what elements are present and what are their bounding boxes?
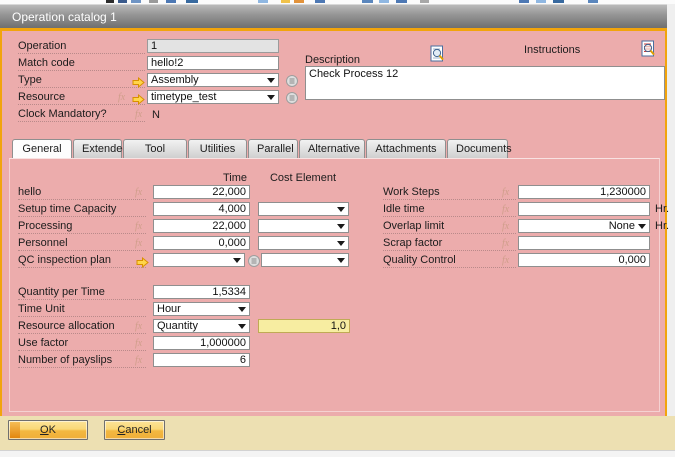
fx-icon: fx — [502, 221, 509, 232]
type-dropdown[interactable]: Assembly — [147, 73, 279, 87]
tab-bar: General Extended Tool Utilities Parallel… — [12, 139, 509, 158]
quantity-per-time-label: Quantity per Time — [18, 286, 146, 300]
idle-time-unit: Hr. — [655, 203, 669, 215]
qc-inspection-plan-dropdown[interactable] — [153, 253, 245, 267]
dialog-title: Operation catalog 1 — [12, 10, 117, 24]
time-unit-label: Time Unit — [18, 303, 146, 317]
document-search-icon[interactable] — [641, 40, 656, 62]
background-strip — [0, 450, 675, 457]
number-of-payslips-field[interactable]: 6 — [153, 353, 250, 367]
qc-inspection-plan-label: QC inspection plan — [18, 254, 146, 268]
clock-mandatory-label: Clock Mandatory? — [18, 108, 145, 122]
fx-icon: fx — [502, 204, 509, 215]
resource-allocation-value-field[interactable]: 1,0 — [258, 319, 350, 333]
personnel-label: Personnel — [18, 237, 146, 251]
chevron-down-icon — [233, 258, 241, 263]
work-steps-label: Work Steps — [383, 186, 516, 200]
fx-icon: fx — [135, 187, 142, 198]
tab-utilities[interactable]: Utilities — [188, 139, 247, 158]
time-unit-dropdown[interactable]: Hour — [153, 302, 250, 316]
match-code-field[interactable]: hello!2 — [147, 56, 279, 70]
tab-alternative[interactable]: Alternative — [299, 139, 365, 158]
description-field[interactable]: Check Process 12 — [305, 66, 665, 100]
tab-extended[interactable]: Extended — [73, 139, 122, 158]
resource-label: Resource — [18, 91, 145, 105]
use-factor-field[interactable]: 1,000000 — [153, 336, 250, 350]
work-steps-field[interactable]: 1,230000 — [518, 185, 650, 199]
instructions-label: Instructions — [524, 44, 594, 58]
document-search-icon[interactable] — [430, 45, 445, 67]
hello-field[interactable]: 22,000 — [153, 185, 250, 199]
choose-from-list-icon[interactable] — [248, 254, 260, 272]
fx-icon: fx — [502, 255, 509, 266]
chevron-down-icon — [638, 224, 646, 229]
operation-field: 1 — [147, 39, 279, 53]
fx-icon: fx — [135, 338, 142, 349]
scrap-factor-label: Scrap factor — [383, 237, 516, 251]
tab-attachments[interactable]: Attachments — [366, 139, 446, 158]
quality-control-label: Quality Control — [383, 254, 516, 268]
chevron-down-icon — [337, 207, 345, 212]
resource-dropdown[interactable]: timetype_test — [147, 90, 279, 104]
processing-field[interactable]: 22,000 — [153, 219, 250, 233]
chevron-down-icon — [267, 78, 275, 83]
fx-icon: fx — [502, 238, 509, 249]
screen: Operation catalog 1 Operation 1 Match co… — [0, 0, 675, 457]
personnel-field[interactable]: 0,000 — [153, 236, 250, 250]
idle-time-label: Idle time — [383, 203, 516, 217]
idle-time-field[interactable] — [518, 202, 650, 216]
personnel-cost-element-dropdown[interactable] — [258, 236, 349, 250]
quantity-per-time-field[interactable]: 1,5334 — [153, 285, 250, 299]
clock-mandatory-value: N — [152, 109, 182, 123]
tab-tool[interactable]: Tool — [123, 139, 187, 158]
number-of-payslips-label: Number of payslips — [18, 354, 146, 368]
tab-documents[interactable]: Documents — [447, 139, 508, 158]
setup-time-capacity-field[interactable]: 4,000 — [153, 202, 250, 216]
fx-icon: fx — [502, 187, 509, 198]
fx-icon: fx — [135, 109, 142, 120]
chevron-down-icon — [337, 258, 345, 263]
fx-icon: fx — [135, 355, 142, 366]
match-code-label: Match code — [18, 57, 145, 71]
quality-control-field[interactable]: 0,000 — [518, 253, 650, 267]
overlap-limit-unit: Hr. — [655, 220, 669, 232]
qc-cost-element-dropdown[interactable] — [261, 253, 349, 267]
dialog-titlebar[interactable]: Operation catalog 1 — [0, 4, 667, 28]
dialog-footer: OK Cancel — [0, 416, 675, 450]
time-column-header: Time — [147, 172, 247, 184]
chevron-down-icon — [267, 95, 275, 100]
chevron-down-icon — [238, 324, 246, 329]
resource-allocation-label: Resource allocation — [18, 320, 146, 334]
link-arrow-icon[interactable] — [136, 255, 149, 273]
processing-cost-element-dropdown[interactable] — [258, 219, 349, 233]
operation-label: Operation — [18, 40, 145, 54]
chevron-down-icon — [238, 307, 246, 312]
ok-button-focus-mark — [10, 422, 20, 438]
fx-icon: fx — [135, 238, 142, 249]
type-label: Type — [18, 74, 145, 88]
ok-button[interactable]: OK — [8, 420, 88, 440]
tab-general[interactable]: General — [12, 139, 72, 158]
setup-time-capacity-label: Setup time Capacity — [18, 203, 146, 217]
processing-label: Processing — [18, 220, 146, 234]
fx-icon: fx — [118, 92, 125, 103]
setup-cost-element-dropdown[interactable] — [258, 202, 349, 216]
fx-icon: fx — [135, 221, 142, 232]
choose-from-list-icon[interactable] — [286, 91, 298, 109]
choose-from-list-icon[interactable] — [286, 74, 298, 92]
fx-icon: fx — [135, 321, 142, 332]
cancel-button[interactable]: Cancel — [104, 420, 165, 440]
overlap-limit-dropdown[interactable]: None — [518, 219, 650, 233]
overlap-limit-label: Overlap limit — [383, 220, 516, 234]
scrap-factor-field[interactable] — [518, 236, 650, 250]
tab-parallel[interactable]: Parallel — [248, 139, 298, 158]
chevron-down-icon — [337, 224, 345, 229]
cost-element-column-header: Cost Element — [257, 172, 349, 184]
chevron-down-icon — [337, 241, 345, 246]
resource-allocation-dropdown[interactable]: Quantity — [153, 319, 250, 333]
hello-label: hello — [18, 186, 146, 200]
use-factor-label: Use factor — [18, 337, 146, 351]
dialog-body: Operation 1 Match code hello!2 Type Asse… — [2, 31, 665, 416]
